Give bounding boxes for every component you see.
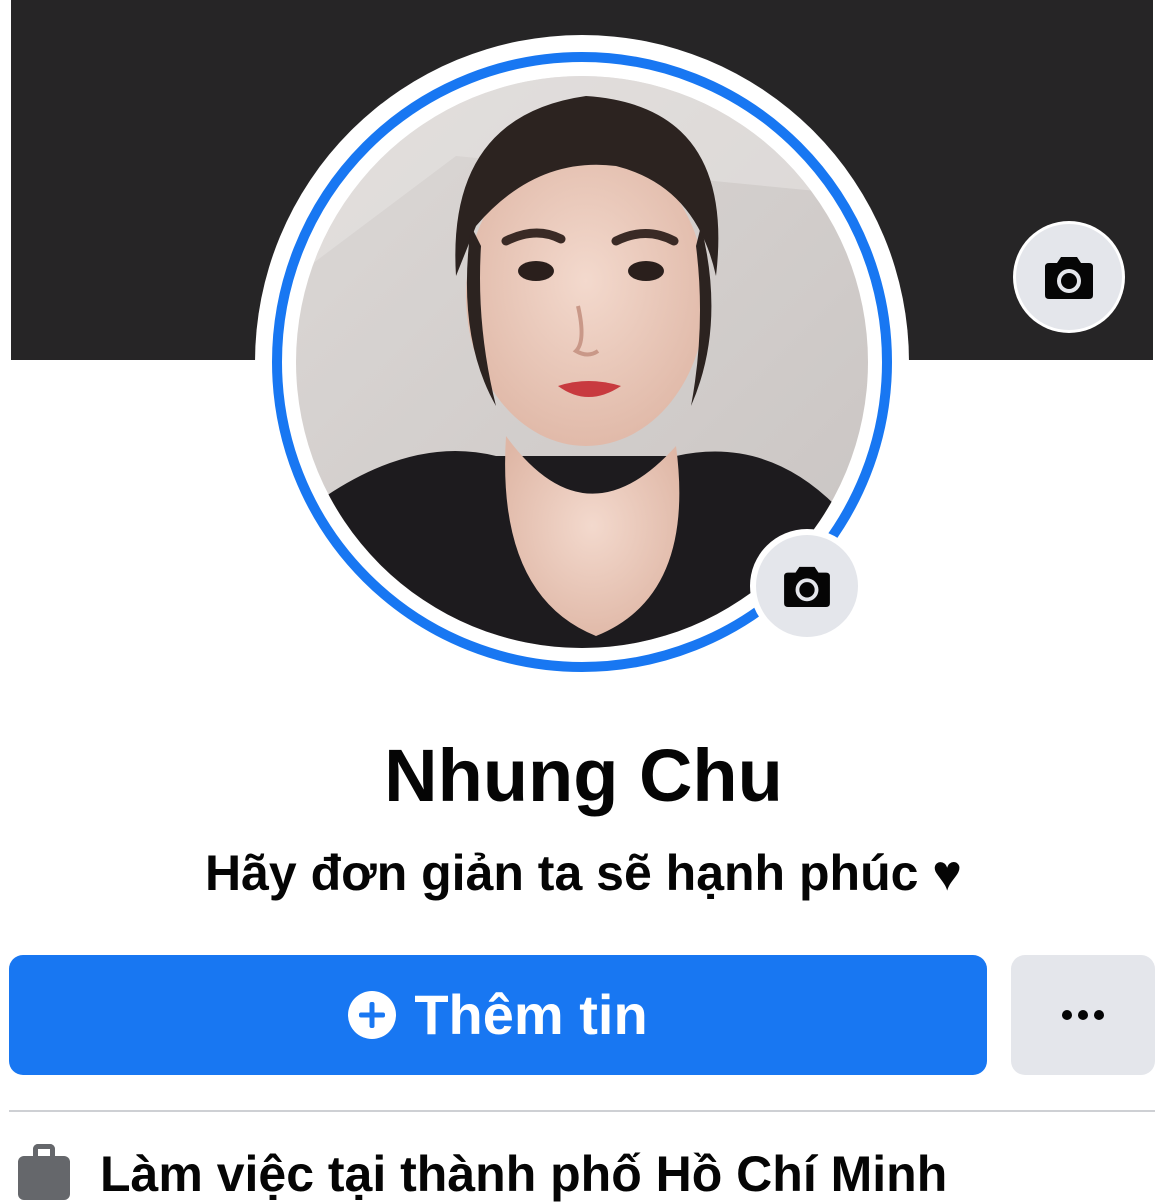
- edit-profile-picture-button[interactable]: [756, 535, 858, 637]
- divider: [9, 1110, 1155, 1112]
- camera-icon: [784, 566, 830, 607]
- intro-work-item[interactable]: Làm việc tại thành phố Hồ Chí Minh: [18, 1140, 1158, 1202]
- edit-cover-photo-button[interactable]: [1016, 224, 1122, 330]
- profile-name: Nhung Chu: [384, 734, 783, 817]
- add-story-button[interactable]: Thêm tin: [9, 955, 987, 1075]
- work-text: Làm việc tại thành phố Hồ Chí Minh: [100, 1146, 948, 1202]
- camera-icon: [1045, 257, 1093, 299]
- profile-bio: Hãy đơn giản ta sẽ hạnh phúc ♥: [204, 845, 962, 901]
- more-options-button[interactable]: [1011, 955, 1155, 1075]
- briefcase-icon: [18, 1140, 70, 1200]
- add-story-label: Thêm tin: [414, 983, 648, 1046]
- ellipsis-icon: [1062, 1010, 1072, 1020]
- plus-circle-icon: [348, 991, 397, 1039]
- ellipsis-icon: [1094, 1010, 1104, 1020]
- ellipsis-icon: [1078, 1010, 1088, 1020]
